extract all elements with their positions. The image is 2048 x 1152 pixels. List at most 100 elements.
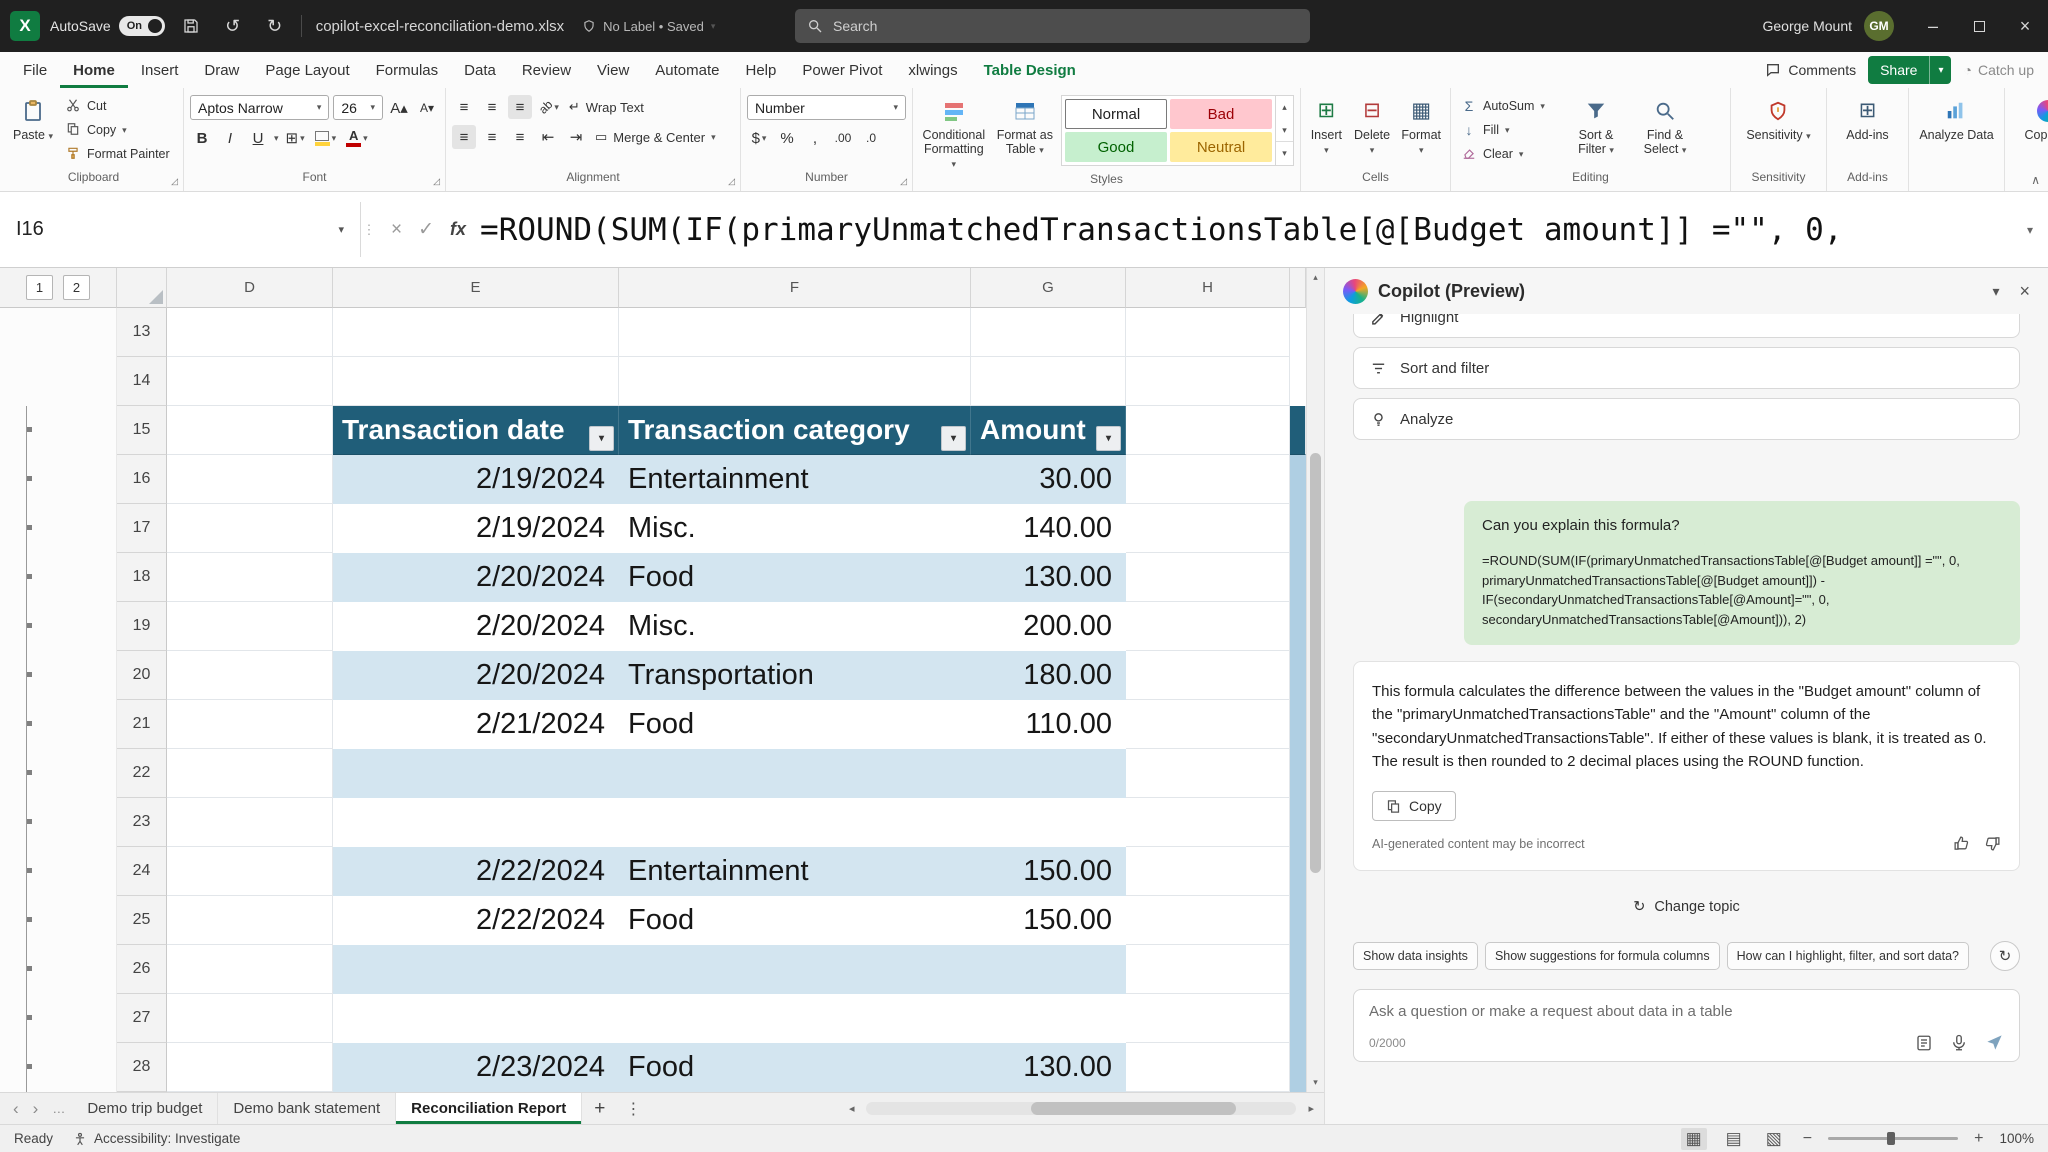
row-header[interactable]: 21 — [117, 700, 167, 749]
action-analyze[interactable]: Analyze — [1353, 398, 2020, 440]
cell[interactable] — [1290, 896, 1306, 945]
cell[interactable] — [333, 357, 619, 406]
fill-button[interactable]: ↓Fill▾ — [1457, 119, 1559, 141]
increase-indent-button[interactable]: ⇥ — [564, 125, 588, 149]
view-page-break-icon[interactable]: ▧ — [1761, 1128, 1787, 1150]
user-name[interactable]: George Mount — [1763, 18, 1853, 34]
table-cell-category[interactable]: Misc. — [619, 504, 971, 553]
close-pane-icon[interactable]: × — [2019, 281, 2030, 302]
table-cell-category[interactable]: Food — [619, 553, 971, 602]
scroll-up-icon[interactable]: ▴ — [1307, 272, 1324, 283]
table-header-cell[interactable]: Transaction category▾ — [619, 406, 971, 455]
suggestion-chip[interactable]: Show data insights — [1353, 942, 1478, 970]
cell[interactable] — [1126, 994, 1290, 1043]
h-scrollbar-track[interactable] — [866, 1102, 1296, 1115]
sheet-tab-reconciliation-report[interactable]: Reconciliation Report — [396, 1093, 582, 1124]
font-dialog-launcher-icon[interactable]: ◿ — [433, 176, 440, 187]
cell[interactable] — [1126, 308, 1290, 357]
table-cell-amount[interactable]: 150.00 — [971, 896, 1126, 945]
copilot-button[interactable]: Copilot ▾ — [2022, 95, 2048, 144]
ribbon-tab-formulas[interactable]: Formulas — [363, 52, 452, 88]
formula-bar-grip[interactable]: ⋮ — [361, 192, 377, 267]
row-header[interactable]: 26 — [117, 945, 167, 994]
insert-cells-button[interactable]: ⊞ Insert ▾ — [1307, 95, 1346, 158]
microphone-icon[interactable] — [1950, 1034, 1968, 1052]
row-header[interactable]: 23 — [117, 798, 167, 847]
cell[interactable] — [167, 602, 333, 651]
view-normal-icon[interactable]: ▦ — [1681, 1128, 1707, 1150]
table-cell-date[interactable]: 2/20/2024 — [333, 602, 619, 651]
table-cell-category[interactable]: Entertainment — [619, 455, 971, 504]
close-button[interactable]: × — [2002, 0, 2048, 52]
name-box[interactable]: I16 ▾ — [0, 192, 360, 267]
thumbs-up-icon[interactable] — [1953, 835, 1970, 852]
row-header[interactable]: 17 — [117, 504, 167, 553]
h-scrollbar[interactable]: ◂ ▸ — [841, 1093, 1324, 1124]
table-cell-date[interactable] — [333, 798, 619, 847]
row-header[interactable]: 13 — [117, 308, 167, 357]
cell[interactable] — [1126, 1043, 1290, 1092]
table-cell-date[interactable]: 2/21/2024 — [333, 700, 619, 749]
table-cell-date[interactable]: 2/20/2024 — [333, 651, 619, 700]
font-color-button[interactable]: A ▾ — [343, 126, 371, 150]
cell[interactable] — [1126, 455, 1290, 504]
sheet-menu-icon[interactable]: ⋮ — [617, 1099, 649, 1119]
ribbon-tab-power-pivot[interactable]: Power Pivot — [789, 52, 895, 88]
cell[interactable] — [167, 945, 333, 994]
ribbon-tab-draw[interactable]: Draw — [191, 52, 252, 88]
table-cell-amount[interactable]: 180.00 — [971, 651, 1126, 700]
cell[interactable] — [1290, 700, 1306, 749]
column-header-i-partial[interactable] — [1290, 268, 1306, 308]
ribbon-tab-automate[interactable]: Automate — [642, 52, 732, 88]
table-cell-amount[interactable] — [971, 798, 1126, 847]
change-topic-button[interactable]: ↻ Change topic — [1633, 899, 1740, 915]
row-header[interactable]: 24 — [117, 847, 167, 896]
cell[interactable] — [1126, 945, 1290, 994]
ribbon-tab-file[interactable]: File — [10, 52, 60, 88]
cell[interactable] — [1290, 798, 1306, 847]
table-cell-category[interactable]: Transportation — [619, 651, 971, 700]
ribbon-tab-help[interactable]: Help — [733, 52, 790, 88]
wrap-text-button[interactable]: ↵Wrap Text — [566, 95, 647, 119]
format-as-table-button[interactable]: Format as Table ▾ — [994, 95, 1056, 158]
table-cell-category[interactable]: Food — [619, 700, 971, 749]
table-cell-category[interactable] — [619, 798, 971, 847]
zoom-in-button[interactable]: + — [1972, 1130, 1985, 1148]
table-cell-date[interactable]: 2/20/2024 — [333, 553, 619, 602]
cell[interactable] — [971, 357, 1126, 406]
cell[interactable] — [619, 308, 971, 357]
cell[interactable] — [333, 308, 619, 357]
cell[interactable] — [167, 553, 333, 602]
table-cell-category[interactable] — [619, 749, 971, 798]
gallery-more-icon[interactable]: ▾ — [1276, 141, 1293, 165]
table-cell-amount[interactable]: 110.00 — [971, 700, 1126, 749]
zoom-out-button[interactable]: − — [1801, 1130, 1814, 1148]
ribbon-tab-page-layout[interactable]: Page Layout — [252, 52, 362, 88]
table-cell-category[interactable]: Entertainment — [619, 847, 971, 896]
avatar[interactable]: GM — [1864, 11, 1894, 41]
select-all-corner[interactable] — [117, 268, 167, 308]
scroll-left-icon[interactable]: ◂ — [841, 1102, 863, 1115]
column-header-e[interactable]: E — [333, 268, 619, 308]
ribbon-tab-review[interactable]: Review — [509, 52, 584, 88]
align-right-button[interactable]: ≡ — [508, 125, 532, 149]
table-header-cell[interactable]: Amount▾ — [971, 406, 1126, 455]
autosum-button[interactable]: ΣAutoSum▾ — [1457, 95, 1559, 117]
align-top-button[interactable]: ≡ — [452, 95, 476, 119]
style-good[interactable]: Good — [1065, 132, 1167, 162]
accessibility-status[interactable]: Accessibility: Investigate — [73, 1131, 240, 1146]
table-cell-category[interactable] — [619, 945, 971, 994]
table-cell-amount[interactable] — [971, 945, 1126, 994]
share-chevron-icon[interactable]: ▾ — [1930, 65, 1951, 76]
sensitivity-button[interactable]: Sensitivity ▾ — [1743, 95, 1813, 144]
cell[interactable] — [167, 896, 333, 945]
ribbon-tab-insert[interactable]: Insert — [128, 52, 192, 88]
bold-button[interactable]: B — [190, 126, 214, 150]
filter-dropdown[interactable]: ▾ — [1096, 426, 1121, 451]
row-header[interactable]: 15 — [117, 406, 167, 455]
delete-cells-button[interactable]: ⊟ Delete ▾ — [1351, 95, 1394, 158]
row-header[interactable]: 19 — [117, 602, 167, 651]
insert-function-icon[interactable]: fx — [450, 219, 466, 240]
cell[interactable] — [1290, 553, 1306, 602]
clear-button[interactable]: Clear▾ — [1457, 143, 1559, 165]
